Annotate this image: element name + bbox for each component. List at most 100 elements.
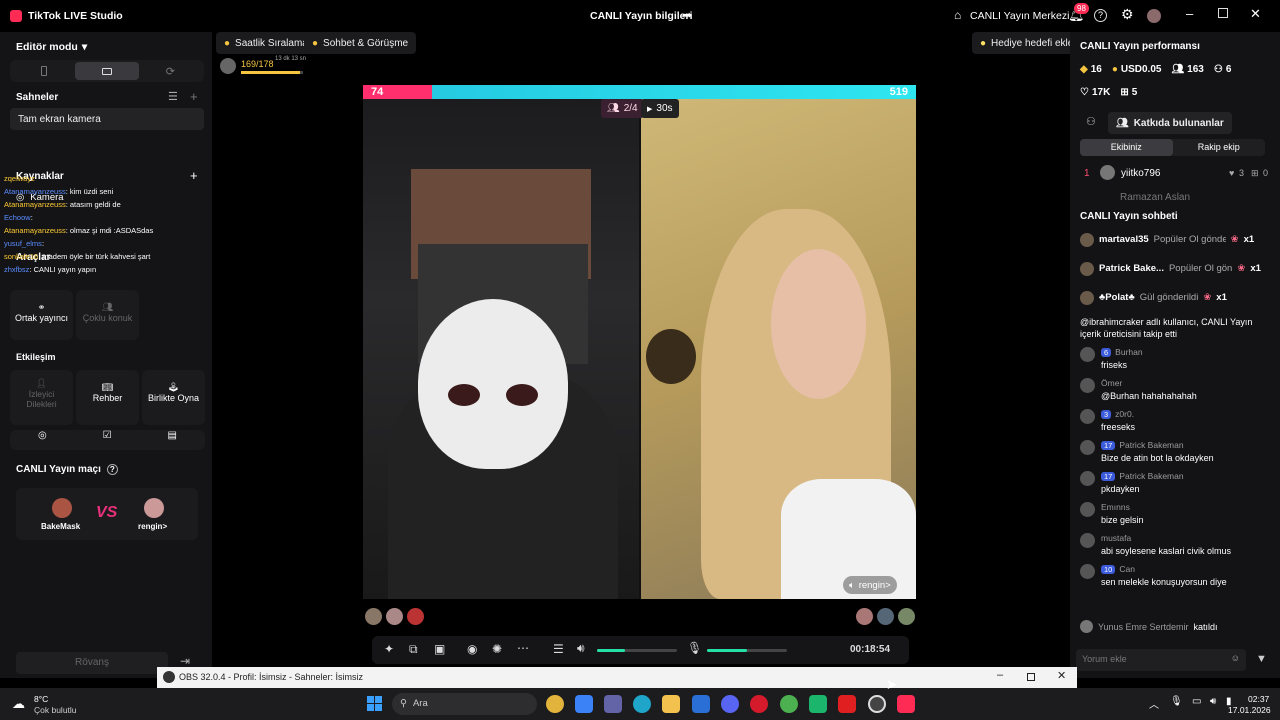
discord-icon[interactable] xyxy=(721,695,739,713)
maximize-icon[interactable] xyxy=(1218,8,1228,18)
speaker-volume-slider[interactable] xyxy=(597,649,677,652)
scene-item[interactable]: Tam ekran kamera xyxy=(10,108,204,130)
store-icon[interactable] xyxy=(575,695,593,713)
chat-username[interactable]: Patrick Bakeman xyxy=(1119,440,1183,450)
overlay-chat-line: Atanamayanzeuss: olmaz şi mdi :ASDASdas xyxy=(4,224,209,237)
landscape-layout-icon[interactable] xyxy=(75,62,139,80)
box-icon[interactable]: ▤ xyxy=(168,430,177,450)
home-icon[interactable]: ⌂ xyxy=(954,8,961,22)
tab-rival-team[interactable]: Rakip ekip xyxy=(1173,139,1266,156)
play-together-tool[interactable]: 🕹︎ Birlikte Oyna xyxy=(142,370,205,425)
contributors-button[interactable]: 👥︎ Katkıda bulunanlar xyxy=(1108,112,1232,134)
tab-our-team[interactable]: Ekibiniz xyxy=(1080,139,1173,156)
target-icon[interactable]: ◎ xyxy=(38,430,47,450)
mic-volume-slider[interactable] xyxy=(707,649,787,652)
effects-icon[interactable]: ✺ xyxy=(492,642,502,656)
match-card[interactable]: BakeMask VS rengin> xyxy=(16,488,198,540)
teams-icon[interactable] xyxy=(604,695,622,713)
mail-icon[interactable] xyxy=(692,695,710,713)
list-icon[interactable]: ☰ xyxy=(168,90,178,103)
close-icon[interactable]: ✕ xyxy=(1250,6,1261,22)
obs-window-bar[interactable]: OBS 32.0.4 - Profil: İsimsiz - Sahneler:… xyxy=(157,667,1077,688)
screen-icon[interactable]: ▣ xyxy=(434,642,445,656)
chat-input[interactable]: Yorum ekle ☺ xyxy=(1076,649,1246,671)
checklist-icon[interactable]: ☑ xyxy=(103,430,112,450)
live-center-link[interactable]: CANLI Yayın Merkezi xyxy=(970,10,1069,22)
chat-header: Ömer xyxy=(1101,378,1275,388)
settings-icon[interactable]: ⚙ xyxy=(1121,6,1134,23)
obs-minimize-icon[interactable]: – xyxy=(997,669,1003,681)
opera-icon[interactable] xyxy=(750,695,768,713)
chrome-alt-icon[interactable] xyxy=(780,695,798,713)
chat-username[interactable]: Ömer xyxy=(1101,378,1122,388)
rematch-button[interactable]: Rövanş xyxy=(16,652,168,674)
right-name-tag[interactable]: 🔈︎ rengin> xyxy=(843,576,897,594)
minimize-icon[interactable]: – xyxy=(1186,6,1193,21)
chat-call-chip[interactable]: ● Sohbet & Görüşme xyxy=(304,32,417,54)
exit-icon[interactable]: ⇥ xyxy=(180,654,190,668)
youtube-icon[interactable] xyxy=(838,695,856,713)
tray-chevron-icon[interactable]: ︿ xyxy=(1149,696,1159,711)
chat-avatar xyxy=(1080,564,1095,579)
viewer-avatar xyxy=(898,608,915,625)
chat-username[interactable]: Burhan xyxy=(1115,347,1142,357)
more-icon[interactable]: ⋯ xyxy=(517,641,529,655)
obs-maximize-icon[interactable] xyxy=(1027,673,1035,681)
tiktok-taskbar-icon[interactable] xyxy=(897,695,915,713)
chat-username[interactable]: Can xyxy=(1119,564,1135,574)
guests-badge[interactable]: 👥︎ 2/4 xyxy=(601,99,644,118)
tray-display-icon[interactable]: ▭ xyxy=(1192,696,1201,707)
add-user-icon[interactable]: ⚇ xyxy=(1086,115,1096,128)
edge-icon[interactable] xyxy=(633,695,651,713)
chat-username[interactable]: mustafa xyxy=(1101,533,1131,543)
layout-icon[interactable]: ⧉ xyxy=(409,642,418,657)
obs-close-icon[interactable]: ✕ xyxy=(1057,669,1066,682)
overlay-chat-user: zhxfbsz xyxy=(4,265,30,274)
info-icon[interactable]: ? xyxy=(106,464,118,475)
speaker-icon[interactable]: 🔊︎ xyxy=(577,641,585,656)
overlay-chat-text: : CANLI yayın yapın xyxy=(29,265,97,274)
chat-username[interactable]: z0r0. xyxy=(1115,409,1134,419)
tray-speaker-icon[interactable]: 🔊︎ xyxy=(1210,696,1216,707)
viewer-requests-tool[interactable]: 👤︎ İzleyici Dilekleri xyxy=(10,370,73,425)
profile-avatar[interactable] xyxy=(1147,9,1161,23)
portrait-layout-icon[interactable] xyxy=(12,62,75,80)
folder-icon[interactable] xyxy=(662,695,680,713)
hourly-ranking-chip[interactable]: ● Saatlik Sıralama xyxy=(216,32,316,54)
rotate-layout-icon[interactable]: ⟳ xyxy=(139,62,202,80)
add-scene-icon[interactable]: + xyxy=(190,89,198,104)
stat-value: 16 xyxy=(1090,64,1102,75)
chat-message-list: @ibrahimcraker adlı kullanıcı, CANLI Yay… xyxy=(1080,314,1275,644)
record-icon[interactable]: ◉ xyxy=(467,642,477,656)
chat-username[interactable]: Patrick Bakeman xyxy=(1119,471,1183,481)
start-icon[interactable] xyxy=(367,696,382,711)
chrome-icon[interactable] xyxy=(546,695,564,713)
emoji-icon[interactable]: ☺ xyxy=(1231,653,1240,663)
search-box[interactable]: ⚲ Ara xyxy=(392,693,537,715)
rank2-username: Ramazan Aslan xyxy=(1120,192,1191,203)
live-info-title[interactable]: CANLI Yayın bilgileri xyxy=(590,10,693,22)
microphone-icon[interactable]: 🎙︎ xyxy=(687,641,702,655)
gift-goal-button[interactable]: ● Hediye hedefi ekle xyxy=(972,32,1082,54)
tray-mic-icon[interactable]: 🎙︎ xyxy=(1170,696,1183,707)
chat-username[interactable]: Emınns xyxy=(1101,502,1130,512)
weather-icon[interactable]: ☁ xyxy=(12,696,25,712)
app-green-icon[interactable] xyxy=(809,695,827,713)
guide-tool[interactable]: 📖︎ Rehber xyxy=(76,370,139,425)
overlay-chat-line: sonkale16: madem öyle bir türk kahvesi ş… xyxy=(4,250,209,263)
magic-wand-icon[interactable]: ✦ xyxy=(384,642,394,656)
left-panel: Editör modu ▾ ⟳ Sahneler ☰ + Tam ekran ka… xyxy=(0,32,212,678)
rank-username: yiitko796 xyxy=(1121,168,1161,179)
help-icon[interactable]: ? xyxy=(1094,9,1107,22)
cohost-tool[interactable]: ⚭ Ortak yayıncı xyxy=(10,290,73,340)
chat-message: @ibrahimcraker adlı kullanıcı, CANLI Yay… xyxy=(1080,316,1275,340)
multi-guest-tool[interactable]: 👥︎ Çoklu konuk xyxy=(76,290,139,340)
share-icon[interactable]: ➦ xyxy=(682,8,692,22)
editor-mode-dropdown[interactable]: Editör modu ▾ xyxy=(16,41,87,53)
rank-number: 1 xyxy=(1084,168,1090,179)
obs-taskbar-icon[interactable] xyxy=(868,695,886,713)
clock-time[interactable]: 02:37 xyxy=(1248,694,1269,704)
clock-date[interactable]: 17.01.2026 xyxy=(1228,705,1271,715)
mixer-icon[interactable]: ☰ xyxy=(553,642,564,656)
filter-icon[interactable]: ▼ xyxy=(1256,653,1267,665)
